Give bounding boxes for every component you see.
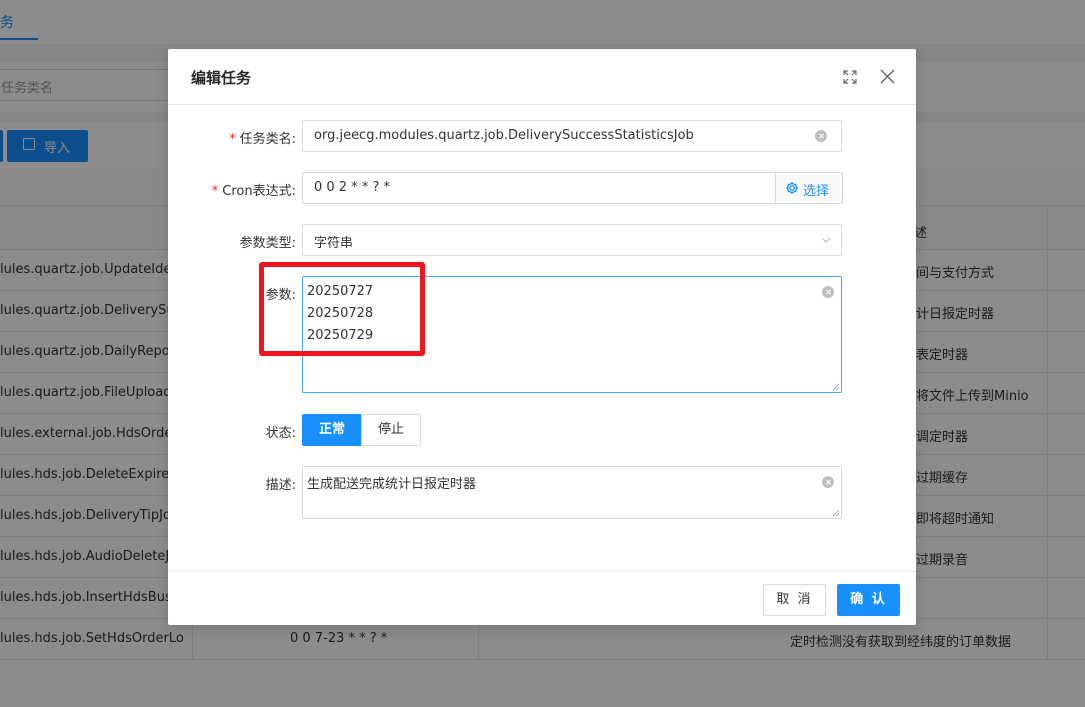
desc-value: 生成配送完成统计日报定时器 xyxy=(307,477,477,492)
param-type-label: 参数类型: xyxy=(239,236,296,251)
class-name-label: * 任务类名: xyxy=(229,132,296,147)
status-label: 状态: xyxy=(265,426,296,441)
desc-label: 描述: xyxy=(265,478,296,493)
modal-footer: 取 消 确 认 xyxy=(168,571,916,625)
cron-value: 0 0 2 * * ? * xyxy=(314,180,391,195)
status-option-stopped[interactable]: 停止 xyxy=(361,414,421,446)
status-radio-group: 正常 停止 xyxy=(302,414,421,446)
fullscreen-icon[interactable] xyxy=(842,69,858,85)
chevron-down-icon xyxy=(821,237,831,243)
param-type-select[interactable]: 字符串 xyxy=(302,224,842,256)
resize-grip-icon[interactable] xyxy=(832,383,840,391)
cancel-button[interactable]: 取 消 xyxy=(763,584,826,616)
modal-title: 编辑任务 xyxy=(191,69,252,87)
modal-header: 编辑任务 xyxy=(168,49,916,105)
resize-grip-icon[interactable] xyxy=(832,509,840,517)
status-option-normal[interactable]: 正常 xyxy=(302,414,362,446)
class-name-input[interactable]: org.jeecg.modules.quartz.job.DeliverySuc… xyxy=(302,120,842,152)
gear-icon xyxy=(786,182,798,194)
cron-label: * Cron表达式: xyxy=(211,184,296,199)
clear-icon[interactable] xyxy=(815,130,827,142)
confirm-button[interactable]: 确 认 xyxy=(837,584,900,616)
cron-select-button[interactable]: 选择 xyxy=(775,172,843,204)
highlight-annotation-box xyxy=(259,262,425,356)
param-type-value: 字符串 xyxy=(314,236,354,251)
clear-icon[interactable] xyxy=(822,476,834,488)
clear-icon[interactable] xyxy=(822,286,834,298)
class-name-value: org.jeecg.modules.quartz.job.DeliverySuc… xyxy=(314,128,694,143)
cron-input[interactable]: 0 0 2 * * ? * 选择 xyxy=(302,172,843,204)
cron-select-label: 选择 xyxy=(803,184,830,199)
close-icon[interactable] xyxy=(879,68,896,85)
desc-textarea[interactable]: 生成配送完成统计日报定时器 xyxy=(302,466,842,519)
